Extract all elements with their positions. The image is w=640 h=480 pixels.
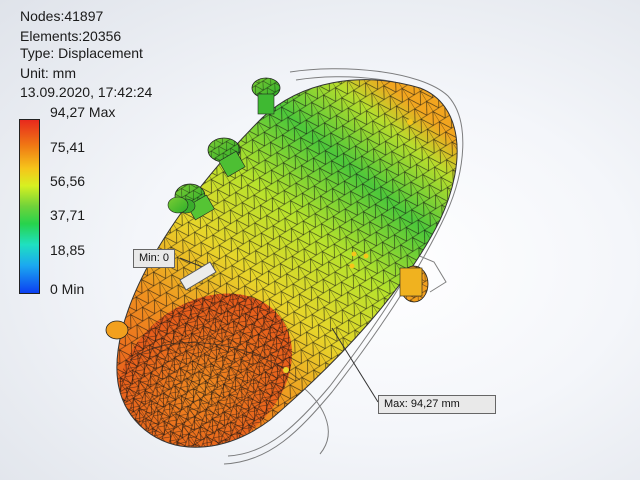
elements-count: Elements:20356	[20, 28, 122, 44]
legend-tick-4: 18,85	[50, 242, 86, 258]
color-legend-bar	[19, 119, 40, 294]
legend-min-label: 0 Min	[50, 281, 85, 297]
nozzle-side[interactable]	[399, 265, 429, 303]
result-type: Type: Displacement	[20, 45, 143, 61]
legend-tick-2: 56,56	[50, 173, 86, 189]
nodes-count: Nodes:41897	[20, 8, 104, 24]
legend-max-label: 94,27 Max	[50, 104, 116, 120]
max-probe-label[interactable]: Max: 94,27 mm	[378, 395, 496, 414]
fea-viewport[interactable]	[0, 0, 640, 480]
result-unit: Unit: mm	[20, 65, 76, 81]
legend-tick-3: 37,71	[50, 207, 86, 223]
result-timestamp: 13.09.2020, 17:42:24	[20, 84, 153, 100]
min-probe-label[interactable]: Min: 0	[133, 249, 175, 268]
nozzle-bottom[interactable]	[105, 320, 129, 340]
legend-tick-1: 75,41	[50, 139, 86, 155]
